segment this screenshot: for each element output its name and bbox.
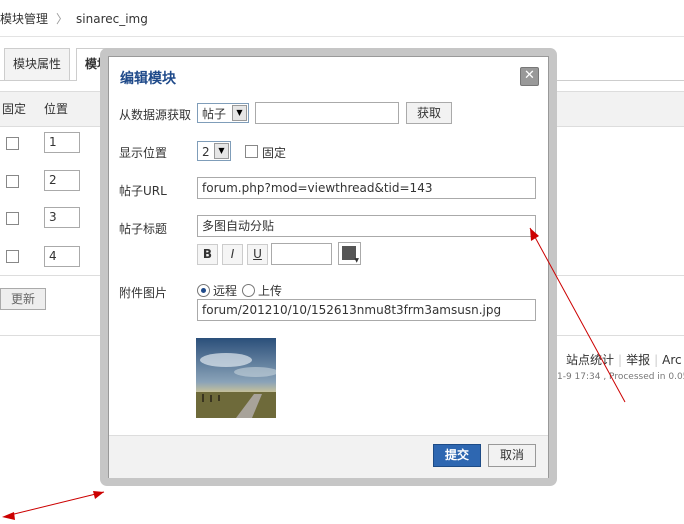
color-picker-button[interactable]: ▼ (338, 242, 361, 265)
breadcrumb-current: sinarec_img (76, 12, 148, 26)
landscape-image-icon (196, 338, 276, 418)
source-input[interactable] (255, 102, 399, 124)
row-fixed-checkbox[interactable] (6, 137, 19, 150)
source-select-value: 帖子 (202, 107, 227, 121)
update-button[interactable]: 更新 (0, 288, 46, 310)
close-icon[interactable]: ✕ (520, 67, 539, 86)
attachment-thumbnail (196, 338, 276, 418)
thread-url-input[interactable]: forum.php?mod=viewthread&tid=143 (197, 177, 536, 199)
annotation-arrow (5, 491, 105, 517)
footer-link-stats[interactable]: 站点统计 (566, 353, 614, 367)
breadcrumb-parent[interactable]: 模块管理 (0, 12, 48, 26)
dialog-title: 编辑模块 (120, 71, 176, 87)
footer-processed-time: 3-1-9 17:34 , Processed in 0.05 (548, 372, 684, 382)
radio-remote-label: 远程 (213, 284, 238, 298)
italic-button[interactable]: I (222, 244, 243, 265)
row-position-input[interactable]: 4 (44, 246, 80, 267)
attachment-label: 附件图片 (119, 286, 168, 300)
cancel-button[interactable]: 取消 (488, 444, 536, 467)
arrowhead-icon (93, 491, 104, 499)
row-fixed-checkbox[interactable] (6, 250, 19, 263)
col-header-position: 位置 (44, 102, 69, 116)
thread-url-label: 帖子URL (119, 184, 167, 198)
source-select[interactable]: 帖子 ▼ (197, 103, 249, 123)
radio-upload[interactable] (242, 284, 255, 297)
attachment-path-input[interactable]: forum/201210/10/152613nmu8t3frm3amsusn.j… (197, 299, 536, 321)
tab-module-properties[interactable]: 模块属性 (4, 48, 71, 80)
fetch-button[interactable]: 获取 (406, 102, 452, 124)
row-fixed-checkbox[interactable] (6, 175, 19, 188)
display-position-label: 显示位置 (119, 146, 168, 160)
chevron-down-icon: ▼ (232, 105, 247, 121)
breadcrumb: 模块管理〉 sinarec_img (0, 10, 148, 28)
fixed-label: 固定 (262, 146, 287, 160)
display-position-value: 2 (202, 145, 210, 159)
divider (0, 36, 684, 37)
bold-button[interactable]: B (197, 244, 218, 265)
underline-button[interactable]: U (247, 244, 268, 265)
thread-title-label: 帖子标题 (119, 222, 168, 236)
radio-remote[interactable] (197, 284, 210, 297)
col-header-fixed: 固定 (2, 102, 27, 116)
row-position-input[interactable]: 1 (44, 132, 80, 153)
chevron-down-icon: ▼ (214, 143, 229, 159)
footer-link-report[interactable]: 举报 (626, 353, 650, 367)
row-position-input[interactable]: 3 (44, 207, 80, 228)
dialog-footer (109, 435, 548, 478)
footer-link-archiver[interactable]: Arc (662, 353, 681, 367)
display-position-select[interactable]: 2 ▼ (197, 141, 231, 161)
breadcrumb-separator: 〉 (56, 12, 69, 26)
row-fixed-checkbox[interactable] (6, 212, 19, 225)
chevron-down-icon: ▼ (354, 257, 359, 264)
source-label: 从数据源获取 (119, 108, 192, 122)
radio-upload-label: 上传 (258, 284, 283, 298)
submit-button[interactable]: 提交 (433, 444, 481, 467)
title-color-input[interactable] (271, 243, 332, 265)
thread-title-input[interactable]: 多图自动分贴 (197, 215, 536, 237)
arrowhead-icon (2, 512, 15, 520)
fixed-checkbox[interactable] (245, 145, 258, 158)
footer-links: 站点统计 | 举报 | Arc (566, 353, 682, 367)
row-position-input[interactable]: 2 (44, 170, 80, 191)
